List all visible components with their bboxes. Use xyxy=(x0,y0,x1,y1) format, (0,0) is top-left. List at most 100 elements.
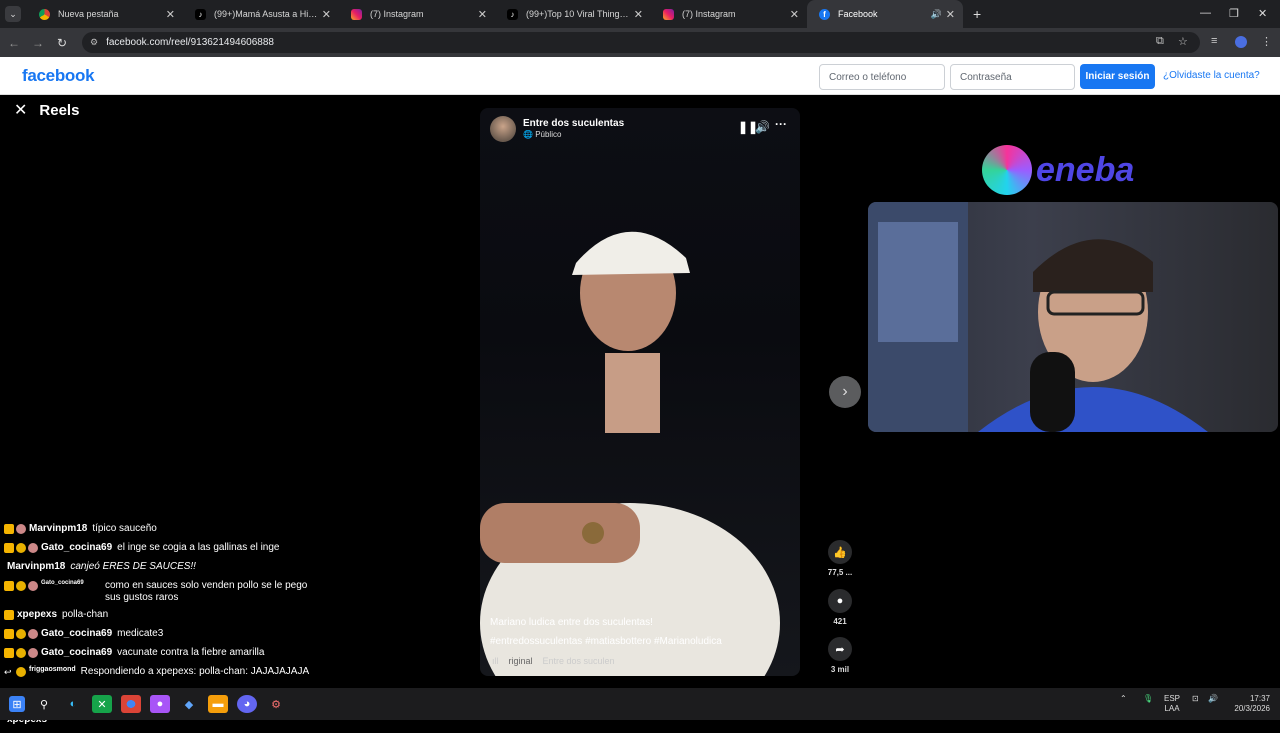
close-tab-icon[interactable]: ✕ xyxy=(166,8,175,21)
site-info-icon[interactable]: ⚙ xyxy=(90,37,98,48)
profile-avatar-icon[interactable] xyxy=(1235,36,1247,48)
tab-3[interactable]: ♪ (99+)Top 10 Viral Things (@top ✕ xyxy=(495,0,651,28)
author-name[interactable]: Entre dos suculentas xyxy=(523,118,624,129)
chat-username[interactable]: Gato_cocina69 xyxy=(41,542,112,553)
tiktok-icon: ♪ xyxy=(195,8,206,20)
clock-date: 20/3/2026 xyxy=(1234,704,1270,713)
chat-message: Gato_cocina69 vacunate contra la fiebre a… xyxy=(4,647,324,666)
more-options-icon[interactable]: ··· xyxy=(775,117,787,131)
close-tab-icon[interactable]: ✕ xyxy=(946,8,955,21)
tab-4[interactable]: (7) Instagram ✕ xyxy=(651,0,807,28)
jersey-shape xyxy=(978,387,1208,432)
instagram-icon xyxy=(351,8,362,20)
page-title: Reels xyxy=(39,101,80,119)
app-icon[interactable]: ◆ xyxy=(179,695,199,713)
back-icon[interactable]: ← xyxy=(2,36,26,50)
install-app-icon[interactable]: ⧉ xyxy=(1156,35,1164,48)
search-icon[interactable]: ⚲ xyxy=(34,695,54,713)
comment-action[interactable]: ● 421 xyxy=(825,589,855,626)
language-indicator[interactable]: ESP LAA xyxy=(1164,694,1180,714)
obs-icon[interactable]: ● xyxy=(150,695,170,713)
one-badge-icon xyxy=(16,648,26,658)
start-icon[interactable]: ⊞ xyxy=(9,696,25,712)
network-icon[interactable]: ⊡ xyxy=(1192,694,1199,704)
close-tab-icon[interactable]: ✕ xyxy=(634,8,643,21)
reel-hashtags[interactable]: #entredossuculentas #matiasbottero #Mari… xyxy=(490,636,722,647)
like-icon[interactable]: 👍 xyxy=(828,540,852,564)
facebook-logo[interactable]: facebook xyxy=(22,66,95,86)
volume-tray-icon[interactable]: 🔊 xyxy=(1208,694,1218,704)
edge-icon[interactable]: ◐ xyxy=(63,695,83,713)
chat-username[interactable]: friggaosmond xyxy=(29,666,76,673)
discord-icon[interactable]: ◕ xyxy=(237,695,257,713)
tab-title: (99+)Top 10 Viral Things (@top xyxy=(526,9,630,19)
tab-0[interactable]: Nueva pestaña ✕ xyxy=(27,0,183,28)
author-avatar[interactable] xyxy=(490,116,516,142)
privacy-text: Público xyxy=(535,130,562,139)
sponsor-logo: eneba xyxy=(982,145,1134,195)
audio-info[interactable]: ıll riginal Entre dos suculen xyxy=(492,656,615,666)
email-field[interactable]: Correo o teléfono xyxy=(819,64,945,90)
microphone-icon[interactable]: 🎙 xyxy=(1143,694,1153,704)
chat-message: Gato_cocina69 como en sauces solo venden … xyxy=(4,580,324,609)
chat-username[interactable]: Gato_cocina69 xyxy=(41,628,112,639)
tab-search-button[interactable]: ⌄ xyxy=(5,6,21,22)
share-icon[interactable]: ➦ xyxy=(828,637,852,661)
reels-header: ✕ Reels xyxy=(14,100,79,120)
volume-icon[interactable]: 🔊 xyxy=(755,120,770,134)
chat-username[interactable]: Marvinpm18 xyxy=(29,523,87,534)
reel-player[interactable]: Entre dos suculentas 🌐 Público ❚❚ 🔊 ··· … xyxy=(480,108,800,676)
login-button[interactable]: Iniciar sesión xyxy=(1080,64,1155,89)
file-explorer-icon[interactable]: ▬ xyxy=(208,695,228,713)
crown-badge-icon xyxy=(4,524,14,534)
restore-button[interactable]: ❐ xyxy=(1229,7,1239,20)
arm-shape xyxy=(480,503,640,563)
chat-text: canjeó ERES DE SAUCES!! xyxy=(70,561,196,572)
chat-text: vacunate contra la fiebre amarilla xyxy=(117,647,265,658)
forward-icon[interactable]: → xyxy=(26,36,50,50)
tab-1[interactable]: ♪ (99+)Mamá Asusta a Hijo al Lle ✕ xyxy=(183,0,339,28)
webcam-frame xyxy=(868,202,1208,432)
close-tab-icon[interactable]: ✕ xyxy=(478,8,487,21)
chrome-icon[interactable] xyxy=(121,695,141,713)
comment-icon[interactable]: ● xyxy=(828,589,852,613)
like-action[interactable]: 👍 77,5 ... xyxy=(825,540,855,577)
url-field[interactable]: ⚙ facebook.com/reel/913621494606888 xyxy=(82,32,1200,53)
tab-5[interactable]: f Facebook 🔊 ✕ xyxy=(807,0,963,28)
show-hidden-icons[interactable]: ⌃ xyxy=(1120,694,1127,704)
close-icon[interactable]: ✕ xyxy=(14,100,27,120)
chat-username[interactable]: Gato_cocina69 xyxy=(41,580,100,586)
close-window-button[interactable]: ✕ xyxy=(1258,7,1267,20)
close-tab-icon[interactable]: ✕ xyxy=(790,8,799,21)
settings-app-icon[interactable]: ⚙ xyxy=(266,695,286,713)
new-tab-button[interactable]: + xyxy=(973,6,981,22)
cat-badge-icon xyxy=(28,648,38,658)
bookmark-star-icon[interactable]: ☆ xyxy=(1178,35,1188,48)
audio-wave-icon: ıll xyxy=(492,656,499,666)
share-count: 3 mil xyxy=(830,665,850,674)
xbox-icon[interactable]: ✕ xyxy=(92,695,112,713)
like-count: 77,5 ... xyxy=(827,568,853,577)
chat-username[interactable]: Gato_cocina69 xyxy=(41,647,112,658)
password-field[interactable]: Contraseña xyxy=(950,64,1075,90)
menu-icon[interactable]: ⋮ xyxy=(1261,35,1272,48)
tab-audio-icon[interactable]: 🔊 xyxy=(931,9,942,20)
tab-title: (7) Instagram xyxy=(370,9,424,19)
reel-caption: Mariano ludica entre dos suculentas! xyxy=(490,617,653,628)
tab-2[interactable]: (7) Instagram ✕ xyxy=(339,0,495,28)
clock[interactable]: 17:37 20/3/2026 xyxy=(1226,694,1270,714)
chat-badges xyxy=(4,629,38,639)
minimize-button[interactable]: — xyxy=(1200,7,1211,19)
forgot-account-link[interactable]: ¿Olvidaste la cuenta? xyxy=(1163,70,1260,81)
sponsor-name: eneba xyxy=(1036,150,1135,189)
media-control-icon[interactable]: ≡ xyxy=(1211,35,1217,47)
close-tab-icon[interactable]: ✕ xyxy=(322,8,331,21)
cat-badge-icon xyxy=(28,629,38,639)
chat-username[interactable]: xpepexs xyxy=(17,609,57,620)
share-action[interactable]: ➦ 3 mil xyxy=(825,637,855,674)
next-reel-button[interactable]: › xyxy=(829,376,861,408)
chrome-icon xyxy=(39,8,50,20)
chat-username[interactable]: Marvinpm18 xyxy=(7,561,65,572)
reload-icon[interactable]: ↻ xyxy=(50,36,74,50)
one-badge-icon xyxy=(16,543,26,553)
